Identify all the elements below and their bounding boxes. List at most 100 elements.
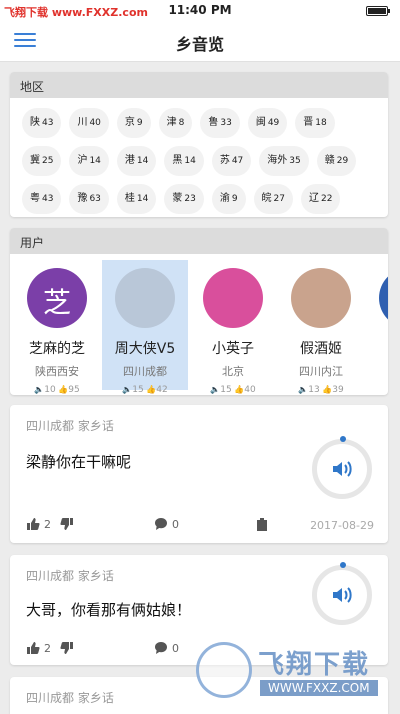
user-name: 芝麻的芝 <box>29 341 85 357</box>
region-chip[interactable]: 皖 27 <box>253 184 293 214</box>
post-card[interactable]: 四川成都 家乡话 梁静你在干嘛呢 2 0 2017-08-29 <box>10 405 388 543</box>
watermark-circle-icon <box>196 642 252 698</box>
region-chip[interactable]: 苏 47 <box>211 146 252 176</box>
region-count: 49 <box>267 118 280 128</box>
region-name: 沪 <box>77 155 88 166</box>
user-name: 假酒姬 <box>300 341 342 357</box>
region-count: 35 <box>289 156 301 166</box>
play-count: 15 <box>132 385 144 395</box>
play-count: 13 <box>308 385 320 395</box>
region-chip[interactable]: 辽 22 <box>301 184 341 214</box>
comment-button[interactable]: 0 <box>154 517 179 531</box>
region-count: 8 <box>178 118 185 128</box>
like-count: 39 <box>332 385 344 395</box>
region-name: 皖 <box>261 193 272 204</box>
nav-bar: 乡音览 <box>0 22 400 62</box>
region-chip[interactable]: 陕 43 <box>22 108 62 138</box>
region-chip[interactable]: 蒙 23 <box>164 184 204 214</box>
user-location: 四川内江 <box>299 365 343 378</box>
region-chip[interactable]: 黑 14 <box>164 146 204 176</box>
dislike-button[interactable] <box>60 641 78 655</box>
post-meta: 四川成都 家乡话 <box>26 691 114 705</box>
status-bar: 飞翔下载 www.FXXZ.com 11:40 PM <box>0 0 400 22</box>
region-chip[interactable]: 鲁 33 <box>200 108 240 138</box>
post-text: 梁静你在干嘛呢 <box>26 453 132 471</box>
like-button[interactable]: 2 <box>26 641 51 655</box>
play-count: 15 <box>220 385 232 395</box>
speaker-icon: 🔈 <box>122 385 133 394</box>
region-chip[interactable]: 渝9 <box>211 184 246 214</box>
region-chip[interactable]: 津8 <box>158 108 193 138</box>
region-count: 43 <box>42 194 54 204</box>
thumbs-up-icon: 👍 <box>55 385 69 394</box>
region-count: 18 <box>315 118 327 128</box>
post-actions: 2 0 2017-08-29 <box>26 517 374 535</box>
region-chip[interactable]: 川 40 <box>69 108 109 138</box>
region-chip[interactable]: 赣 29 <box>316 146 357 176</box>
watermark-logo: 飞翔下载 WWW.FXXZ.COM <box>196 640 386 706</box>
thumbs-up-icon: 👍 <box>231 385 245 394</box>
user-card[interactable]: 芝芝麻的芝 陕西西安 🔈10 👍95 <box>14 260 100 395</box>
comment-icon <box>155 642 167 654</box>
region-count: 27 <box>273 194 285 204</box>
user-name: 周大侠V5 <box>114 341 176 357</box>
region-chip[interactable]: 京9 <box>116 108 151 138</box>
region-count: 40 <box>89 118 101 128</box>
region-chip[interactable]: 冀 25 <box>22 146 62 176</box>
region-name: 京 <box>124 117 135 128</box>
region-name: 粤 <box>30 193 40 204</box>
comment-button[interactable]: 0 <box>154 641 179 655</box>
region-count: 43 <box>42 118 54 128</box>
user-carousel[interactable]: 芝芝麻的芝 陕西西安 🔈10 👍95 周大侠V5 四川成都 🔈15 👍42 小英子 北京 … <box>10 254 388 395</box>
user-card[interactable]: 假酒姬四川内江 🔈13 👍39 <box>278 260 364 395</box>
user-stats: 🔈13 👍39 <box>278 385 364 395</box>
region-name: 冀 <box>30 155 40 166</box>
user-card[interactable]: 周大侠V5 四川成都 🔈15 👍42 <box>102 260 188 395</box>
like-count: 42 <box>156 385 168 395</box>
post-date: 2017-08-29 <box>310 519 374 532</box>
region-chip[interactable]: 闽 49 <box>247 108 288 138</box>
region-count: 9 <box>136 118 143 128</box>
like-button[interactable]: 2 <box>26 517 51 531</box>
region-header: 地区 <box>10 72 388 98</box>
region-chip[interactable]: 豫 63 <box>69 184 109 214</box>
region-name: 渝 <box>219 193 230 204</box>
like-count: 40 <box>244 385 256 395</box>
region-name: 蒙 <box>172 193 183 204</box>
region-name: 港 <box>124 155 135 166</box>
avatar <box>379 268 388 328</box>
region-chip[interactable]: 海外 35 <box>259 146 309 176</box>
watermark-url: WWW.FXXZ.COM <box>260 680 378 696</box>
region-chip[interactable]: 晋 18 <box>295 108 335 138</box>
play-button[interactable] <box>312 436 372 499</box>
thumbs-up-icon: 👍 <box>143 385 157 394</box>
user-card[interactable]: 小英子 北京 🔈15 👍40 <box>190 260 276 395</box>
dislike-button[interactable] <box>60 517 78 531</box>
region-count: 29 <box>336 156 349 166</box>
region-count: 63 <box>89 194 101 204</box>
user-card[interactable]: 起 <box>366 260 388 390</box>
watermark-title: 飞翔下载 <box>258 650 371 680</box>
like-count: 2 <box>44 517 51 531</box>
region-chip[interactable]: 桂 14 <box>116 184 157 214</box>
play-button[interactable] <box>312 562 372 625</box>
region-chip[interactable]: 港 14 <box>116 146 157 176</box>
user-header: 用户 <box>10 228 388 254</box>
region-name: 川 <box>77 117 88 128</box>
region-chip[interactable]: 粤 43 <box>22 184 62 214</box>
comment-count: 0 <box>172 641 179 655</box>
region-chip[interactable]: 沪 14 <box>69 146 109 176</box>
post-meta: 四川成都 家乡话 <box>26 419 114 433</box>
play-count: 10 <box>44 385 56 395</box>
user-stats: 🔈15 👍42 <box>102 385 188 395</box>
avatar-initial: 芝 <box>42 286 71 319</box>
post-meta: 四川成都 家乡话 <box>26 569 114 583</box>
region-count: 25 <box>42 156 54 166</box>
region-name: 苏 <box>219 155 230 166</box>
user-location: 四川成都 <box>123 365 167 378</box>
user-stats: 🔈10 👍95 <box>14 385 100 395</box>
progress-dot <box>340 436 346 442</box>
region-name: 海外 <box>267 155 288 166</box>
user-panel: 用户 芝芝麻的芝 陕西西安 🔈10 👍95 周大侠V5 四川成都 🔈15 👍42 小英子… <box>10 228 388 395</box>
share-button[interactable] <box>256 517 272 531</box>
